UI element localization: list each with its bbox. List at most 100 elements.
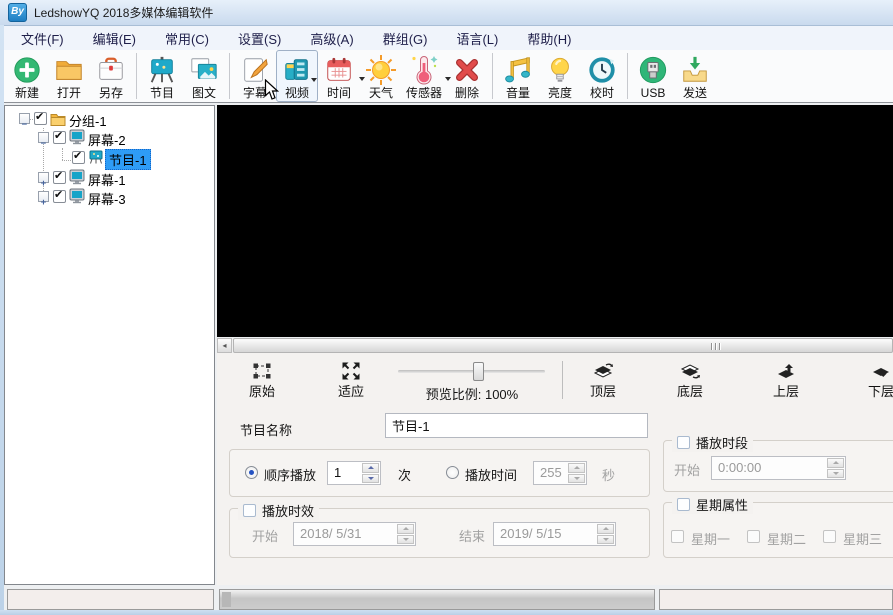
app-window: By LedshowYQ 2018多媒体编辑软件 文件(F) 编辑(E) 常用(…	[0, 0, 893, 615]
send-to-bottom-button[interactable]: 底层	[659, 358, 721, 404]
play-mode-groupbox: 顺序播放 1 次 播放时间 255 秒	[229, 449, 650, 497]
toolbar: 新建 打开 另存 节目 图文	[4, 50, 893, 103]
scroll-left-arrow-icon[interactable]: ◂	[217, 338, 232, 353]
open-button[interactable]: 打开	[48, 50, 90, 102]
save-as-button[interactable]: 另存	[90, 50, 132, 102]
wednesday-checkbox	[823, 530, 836, 543]
usb-button[interactable]: USB	[632, 50, 674, 102]
sensor-button[interactable]: 传感器	[402, 50, 446, 102]
tree-checkbox[interactable]	[34, 112, 47, 125]
play-validity-title: 播放时效	[262, 501, 314, 520]
status-info-panel	[659, 589, 893, 610]
easel-icon	[147, 52, 177, 87]
preview-horizontal-scrollbar[interactable]: ◂	[217, 338, 893, 353]
move-down-layer-button[interactable]: 下层	[850, 358, 893, 404]
window-border	[0, 610, 893, 615]
sequence-count-spinner[interactable]: 1	[327, 461, 381, 485]
menu-item-common[interactable]: 常用(C)	[153, 25, 221, 52]
tree-checkbox[interactable]	[72, 151, 85, 164]
screen-tree-panel: 分组-1 屏幕-2 节目-1 屏幕-1	[4, 105, 215, 585]
monitor-icon	[69, 129, 85, 145]
play-duration-spinner: 255	[533, 461, 587, 485]
time-sync-button[interactable]: 校时	[581, 50, 623, 102]
tree-item-screen3[interactable]: 屏幕-3	[5, 188, 216, 206]
menu-item-file[interactable]: 文件(F)	[9, 25, 76, 52]
tree-item-program1[interactable]: 节目-1	[5, 149, 216, 167]
times-unit-label: 次	[398, 465, 411, 484]
scrollbar-thumb[interactable]	[233, 338, 893, 353]
image-text-button[interactable]: 图文	[183, 50, 225, 102]
play-duration-radio[interactable]	[446, 466, 459, 479]
play-validity-checkbox[interactable]	[243, 504, 256, 517]
move-up-layer-button[interactable]: 上层	[755, 358, 817, 404]
week-attribute-checkbox[interactable]	[677, 498, 690, 511]
menu-item-advanced[interactable]: 高级(A)	[298, 25, 365, 52]
preview-canvas[interactable]	[217, 105, 893, 337]
time-button[interactable]: 时间	[318, 50, 360, 102]
program-name-label: 节目名称	[240, 420, 292, 439]
app-logo-icon: By	[8, 3, 27, 22]
menu-item-language[interactable]: 语言(L)	[444, 25, 510, 52]
weather-button[interactable]: 天气	[360, 50, 402, 102]
volume-button[interactable]: 音量	[497, 50, 539, 102]
toolbar-separator	[627, 53, 628, 99]
zoom-slider-track[interactable]	[398, 370, 545, 373]
tree-checkbox[interactable]	[53, 131, 66, 144]
sun-icon	[365, 52, 397, 87]
red-x-icon	[452, 52, 482, 87]
sequence-play-radio[interactable]	[245, 466, 258, 479]
status-progress-bar	[219, 589, 655, 610]
tree-checkbox[interactable]	[53, 171, 66, 184]
menu-item-group[interactable]: 群组(G)	[371, 25, 440, 52]
tree-item-screen2[interactable]: 屏幕-2	[5, 129, 216, 147]
monitor-icon	[69, 188, 85, 204]
spin-down-icon	[827, 469, 844, 479]
collapse-expander-icon[interactable]	[19, 113, 30, 124]
week-attribute-groupbox: 星期属性 星期一 星期二 星期三	[663, 502, 893, 558]
new-button[interactable]: 新建	[6, 50, 48, 102]
scrollbar-grip-icon	[711, 343, 721, 350]
spin-down-icon	[568, 474, 585, 484]
video-button[interactable]: 视频	[276, 50, 318, 102]
tree-checkbox[interactable]	[53, 190, 66, 203]
play-validity-groupbox: 播放时效 开始 2018/ 5/31 结束 2019/ 5/15	[229, 508, 650, 558]
monitor-icon	[69, 169, 85, 185]
zoom-slider-thumb[interactable]	[473, 362, 484, 381]
program-name-input[interactable]	[385, 413, 648, 438]
program-button[interactable]: 节目	[141, 50, 183, 102]
menu-bar: 文件(F) 编辑(E) 常用(C) 设置(S) 高级(A) 群组(G) 语言(L…	[4, 26, 893, 50]
play-period-checkbox[interactable]	[677, 436, 690, 449]
tree-item-screen1[interactable]: 屏幕-1	[5, 169, 216, 187]
original-size-button[interactable]: 原始	[231, 358, 293, 404]
menu-item-edit[interactable]: 编辑(E)	[81, 25, 148, 52]
dropdown-arrow-icon[interactable]	[311, 78, 317, 82]
toolbar-separator	[562, 361, 563, 399]
spin-down-icon[interactable]	[362, 474, 379, 484]
bring-to-top-button[interactable]: 顶层	[572, 358, 634, 404]
seconds-unit-label: 秒	[602, 465, 615, 484]
pictures-icon	[189, 52, 219, 87]
menu-item-help[interactable]: 帮助(H)	[515, 25, 583, 52]
collapse-expander-icon[interactable]	[38, 132, 49, 143]
validity-start-label: 开始	[252, 526, 278, 545]
tree-item-group1[interactable]: 分组-1	[5, 110, 216, 128]
expand-expander-icon[interactable]	[38, 191, 49, 202]
light-bulb-icon	[545, 52, 575, 87]
validity-start-date-spinner: 2018/ 5/31	[293, 522, 416, 546]
window-title: LedshowYQ 2018多媒体编辑软件	[34, 4, 213, 21]
fit-button[interactable]: 适应	[320, 358, 382, 404]
spin-up-icon[interactable]	[362, 463, 379, 473]
brightness-button[interactable]: 亮度	[539, 50, 581, 102]
toolbar-separator	[136, 53, 137, 99]
menu-item-settings[interactable]: 设置(S)	[226, 25, 293, 52]
program-controls-panel: 原始 适应 预览比例: 100% 顶层 底层	[217, 353, 893, 585]
mouse-cursor-icon	[264, 79, 279, 106]
spin-down-icon	[597, 535, 614, 545]
send-button[interactable]: 发送	[674, 50, 716, 102]
spin-up-icon	[597, 524, 614, 534]
expand-expander-icon[interactable]	[38, 172, 49, 183]
usb-plug-icon	[638, 52, 668, 87]
tray-arrow-icon	[680, 52, 710, 87]
delete-button[interactable]: 删除	[446, 50, 488, 102]
expand-arrows-icon	[341, 358, 361, 384]
